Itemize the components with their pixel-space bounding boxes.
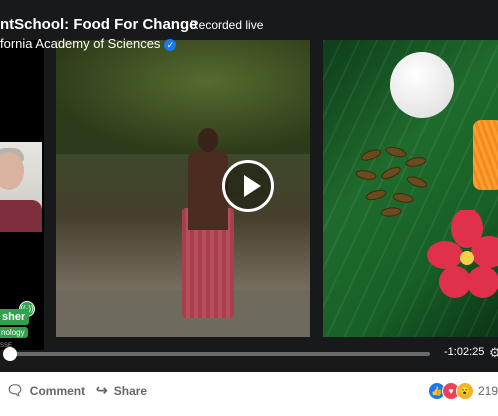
speaker-shirt [0, 200, 42, 232]
rice-mound [390, 52, 454, 118]
video-header: ntSchool: Food For Change Recorded live … [0, 8, 498, 54]
wow-icon: 😮 [456, 382, 474, 400]
share-label: Share [113, 383, 148, 398]
recorded-live-label: Recorded live [190, 18, 264, 32]
play-button[interactable] [222, 160, 274, 212]
roasted-insects [355, 146, 427, 217]
organization-label[interactable]: fornia Academy of Sciences [0, 36, 160, 51]
action-bar: 🗨 Comment ↪ Share 👍 ♥ 😮 219 · [0, 372, 498, 416]
share-button[interactable]: ↪ Share [96, 382, 147, 399]
comment-button[interactable]: 🗨 Comment [6, 382, 85, 399]
gear-icon[interactable]: ⚙ [489, 345, 498, 361]
speaker-webcam [0, 142, 42, 232]
speaker-role-badge: nology [0, 327, 28, 338]
verified-icon: ✓ [164, 38, 177, 51]
video-title[interactable]: ntSchool: Food For Change [0, 16, 197, 33]
comment-icon: 🗨 [6, 382, 24, 398]
organization-name[interactable]: fornia Academy of Sciences ✓ [0, 36, 177, 51]
comment-label: Comment [29, 383, 86, 398]
reactions-summary[interactable]: 👍 ♥ 😮 219 · [428, 382, 498, 400]
share-icon: ↪ [96, 382, 108, 398]
food-on-leaf-photo [323, 40, 498, 337]
progress-bar[interactable] [3, 347, 430, 361]
speaker-face [0, 152, 24, 190]
play-icon [244, 175, 261, 197]
woman-figure [180, 128, 236, 328]
remaining-time: -1:02:25 [444, 346, 485, 358]
woman-face [198, 128, 218, 152]
video-player[interactable]: ntSchool: Food For Change Recorded live … [0, 0, 498, 372]
reaction-count: 219 [478, 384, 498, 398]
shredded-carrot [473, 120, 498, 190]
speaker-name-badge: sher [0, 309, 30, 325]
hibiscus-flower [427, 210, 498, 298]
progress-scrubber[interactable] [3, 347, 18, 361]
